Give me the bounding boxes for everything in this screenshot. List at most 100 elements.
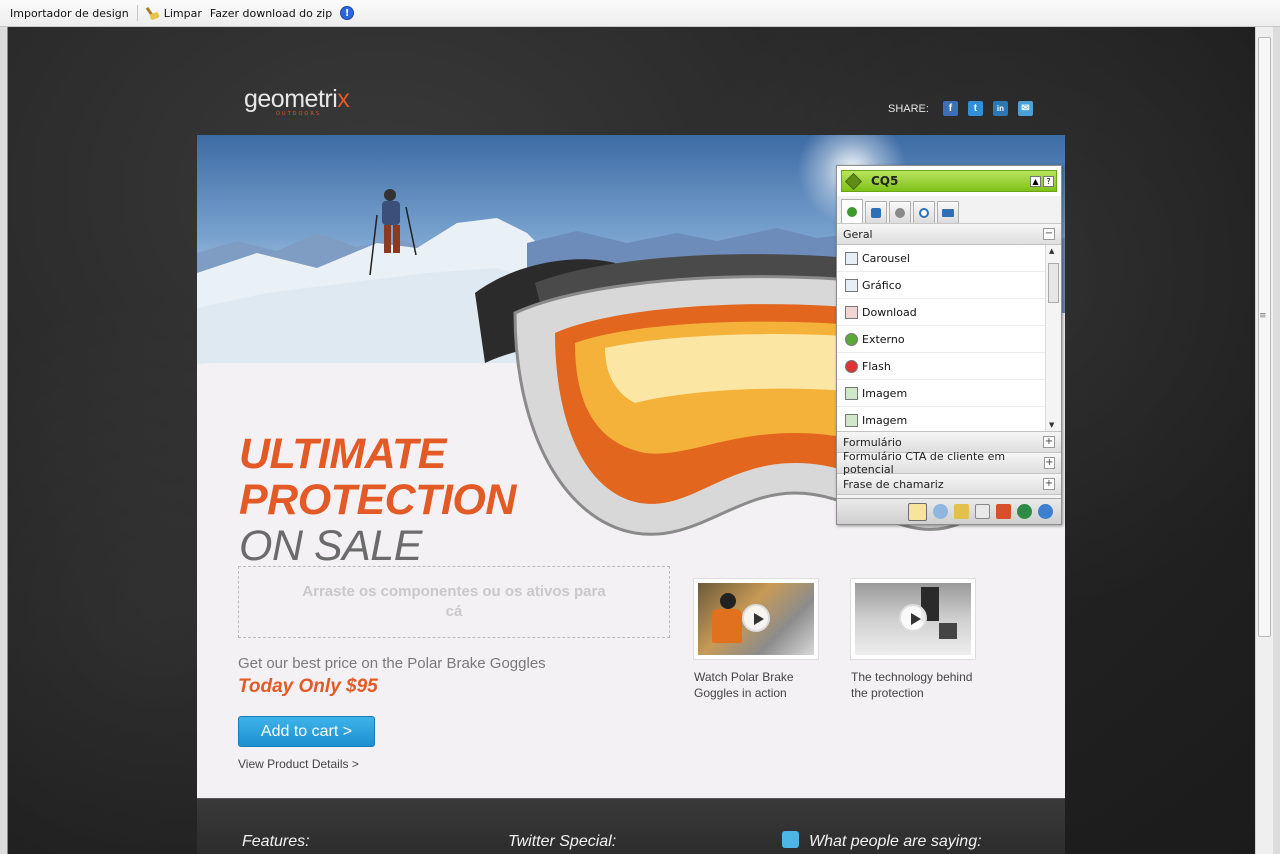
tab-versioning[interactable] xyxy=(913,201,935,223)
components-icon xyxy=(847,206,857,217)
component-label: Download xyxy=(862,305,917,319)
info-icon: ! xyxy=(340,6,355,20)
collapse-icon[interactable]: ▲ xyxy=(1030,175,1041,187)
add-to-cart-button[interactable]: Add to cart > xyxy=(238,716,375,747)
drop-zone-text: Arraste os componentes ou os ativos para… xyxy=(302,583,606,620)
section-frase[interactable]: Frase de chamariz + xyxy=(837,474,1061,495)
flash-icon xyxy=(845,359,858,373)
refresh-icon[interactable] xyxy=(1038,504,1053,519)
external-icon xyxy=(845,332,858,346)
play-icon xyxy=(899,604,927,632)
video-thumbnail-1[interactable] xyxy=(693,578,819,660)
twitter-icon xyxy=(782,831,799,848)
people-saying-heading[interactable]: What people are saying: xyxy=(809,833,982,851)
tab-workflow[interactable] xyxy=(937,201,959,223)
scrollbar-thumb[interactable] xyxy=(1258,37,1271,637)
tab-components[interactable] xyxy=(841,199,863,223)
section-cta[interactable]: Formulário CTA de cliente em potencial + xyxy=(837,450,1061,476)
edit-mode-icon[interactable] xyxy=(908,502,927,521)
share-bar: SHARE: f t in ✉ xyxy=(888,101,1033,116)
hero-headline[interactable]: ULTIMATE PROTECTION ON SALE xyxy=(239,431,516,569)
component-label: Flash xyxy=(862,359,891,373)
video-caption-1[interactable]: Watch Polar Brake Goggles in action xyxy=(694,669,834,701)
brand-logo: geometrix xyxy=(244,85,350,114)
download-zip-label: Fazer download do zip xyxy=(209,6,333,20)
client-context-icon[interactable] xyxy=(996,504,1011,519)
price-text[interactable]: Today Only $95 xyxy=(238,676,378,698)
expand-frase-icon[interactable]: + xyxy=(1043,478,1055,490)
image-icon xyxy=(845,413,858,427)
cq5-cube-icon xyxy=(845,172,862,190)
cq5-sidekick[interactable]: CQ5 ▲ ? Geral − Carousel Gráfico Downloa… xyxy=(836,165,1062,525)
info-button[interactable]: ! xyxy=(336,6,358,20)
component-label: Externo xyxy=(862,332,905,346)
download-zip-button[interactable]: Fazer download do zip xyxy=(206,7,336,20)
carousel-icon xyxy=(845,251,858,265)
component-externo[interactable]: Externo xyxy=(837,326,1045,353)
logo-x: x xyxy=(337,85,350,113)
facebook-icon[interactable]: f xyxy=(942,101,958,116)
section-cta-label: Formulário CTA de cliente em potencial xyxy=(843,450,1006,476)
email-icon[interactable]: ✉ xyxy=(1017,101,1033,116)
section-frase-label: Frase de chamariz xyxy=(843,477,944,491)
play-icon xyxy=(742,604,770,632)
scroll-up-icon[interactable]: ▲ xyxy=(1049,247,1054,255)
price-line[interactable]: Get our best price on the Polar Brake Go… xyxy=(238,655,546,672)
twitter-icon[interactable]: t xyxy=(967,101,983,116)
preview-icon[interactable] xyxy=(933,504,948,519)
linkedin-icon[interactable]: in xyxy=(992,101,1008,116)
sidekick-titlebar[interactable]: CQ5 ▲ ? xyxy=(841,170,1057,192)
video-caption-2[interactable]: The technology behind the protection xyxy=(851,669,991,701)
expand-cta-icon[interactable]: + xyxy=(1043,457,1055,469)
page-canvas: geometrix OUTDOORS SHARE: f t in ✉ ULTIM… xyxy=(7,27,1255,854)
component-grafico[interactable]: Gráfico xyxy=(837,272,1045,299)
component-flash[interactable]: Flash xyxy=(837,353,1045,380)
website-icon[interactable] xyxy=(1017,504,1032,519)
clock-icon xyxy=(919,207,929,218)
component-label: Imagem xyxy=(862,413,908,427)
twitter-special-heading[interactable]: Twitter Special: xyxy=(508,833,616,851)
component-list-scrollbar[interactable]: ▲ ▼ xyxy=(1045,245,1061,431)
features-heading[interactable]: Features: xyxy=(242,833,310,851)
component-label: Gráfico xyxy=(862,278,902,292)
page-scrollbar[interactable]: ≡ xyxy=(1255,27,1273,854)
section-geral-label: Geral xyxy=(843,227,873,241)
component-list: Carousel Gráfico Download Externo Flash … xyxy=(837,245,1061,432)
scaffolding-icon[interactable] xyxy=(975,504,990,519)
sidekick-tabs xyxy=(837,196,1061,224)
section-formulario-label: Formulário xyxy=(843,435,902,449)
section-geral[interactable]: Geral − xyxy=(837,224,1061,245)
workflow-icon xyxy=(942,208,954,217)
sidekick-header: CQ5 ▲ ? xyxy=(837,166,1061,196)
component-carousel[interactable]: Carousel xyxy=(837,245,1045,272)
chart-icon xyxy=(845,278,858,292)
clear-button[interactable]: Limpar xyxy=(142,6,206,20)
scroll-down-icon[interactable]: ▼ xyxy=(1049,421,1054,429)
component-imagem[interactable]: Imagem xyxy=(837,380,1045,407)
component-list-thumb[interactable] xyxy=(1048,263,1059,303)
component-label: Imagem xyxy=(862,386,908,400)
tab-information[interactable] xyxy=(889,201,911,223)
expand-formulario-icon[interactable]: + xyxy=(1043,436,1055,448)
clear-label: Limpar xyxy=(163,6,202,20)
component-imagem-2[interactable]: Imagem xyxy=(837,407,1045,431)
design-importer-toolbar: Importador de design Limpar Fazer downlo… xyxy=(0,0,1280,27)
view-details-link[interactable]: View Product Details > xyxy=(238,757,359,771)
tab-page[interactable] xyxy=(865,201,887,223)
collapse-geral-icon[interactable]: − xyxy=(1043,228,1055,240)
design-mode-icon[interactable] xyxy=(954,504,969,519)
headline-line-1: ULTIMATE xyxy=(239,430,446,478)
component-drop-zone[interactable]: Arraste os componentes ou os ativos para… xyxy=(238,566,670,638)
footer-band: Features: Twitter Special: What people a… xyxy=(197,798,1065,854)
window-edge xyxy=(1273,27,1280,854)
component-download[interactable]: Download xyxy=(837,299,1045,326)
help-icon[interactable]: ? xyxy=(1043,175,1054,187)
skier-figure xyxy=(369,189,417,276)
video-thumbnail-2[interactable] xyxy=(850,578,976,660)
logo-subtitle: OUTDOORS xyxy=(276,111,322,117)
headline-line-2: PROTECTION xyxy=(239,476,516,524)
share-label: SHARE: xyxy=(888,102,929,115)
logo-text: geometri xyxy=(244,85,338,113)
sidekick-footer xyxy=(837,498,1061,524)
toolbar-divider xyxy=(136,5,138,21)
